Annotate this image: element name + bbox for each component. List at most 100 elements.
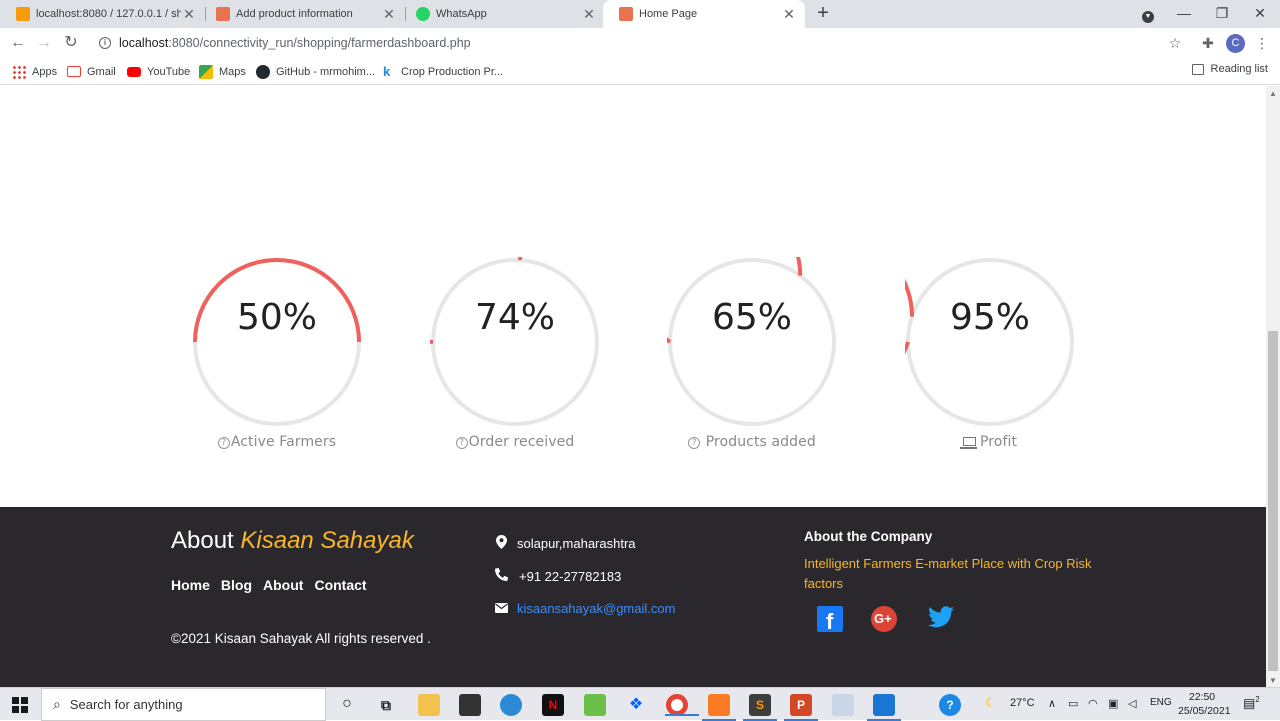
minimize-button[interactable]: —: [1166, 0, 1202, 28]
gauge-percentage: 65%: [711, 297, 793, 338]
close-tab-icon[interactable]: ✕: [181, 6, 197, 23]
forward-button[interactable]: →: [33, 32, 55, 54]
info-icon[interactable]: i: [99, 37, 111, 49]
stat-label-profit: Profit: [870, 434, 1110, 450]
menu-dots-icon[interactable]: ⋮: [1252, 33, 1272, 53]
tab-title: localhost:8080 / 127.0.0.1 / shopp: [36, 8, 181, 20]
tray-chevron-icon[interactable]: ∧: [1048, 697, 1056, 710]
stat-label-products-added: ? Products added: [632, 434, 872, 450]
facebook-icon[interactable]: f: [817, 606, 843, 634]
extensions-icon[interactable]: ✚: [1198, 33, 1218, 53]
chevron-down-icon: ▼: [1142, 11, 1154, 23]
footer-link-blog[interactable]: Blog: [221, 577, 252, 593]
email-link[interactable]: kisaansahayak@gmail.com: [517, 601, 675, 616]
tab-whatsapp[interactable]: WhatsApp ✕: [400, 0, 605, 28]
display-icon[interactable]: ▣: [1108, 697, 1118, 710]
bookmark-maps[interactable]: Maps: [199, 63, 246, 80]
google-plus-icon[interactable]: G+: [871, 606, 897, 632]
close-tab-icon[interactable]: ✕: [581, 6, 597, 23]
tab-title: WhatsApp: [436, 8, 487, 20]
bookmark-github[interactable]: GitHub - mrmohim...: [256, 63, 375, 80]
company-tagline: Intelligent Farmers E-market Place with …: [804, 556, 1092, 591]
store-icon[interactable]: [459, 694, 481, 716]
temperature-text[interactable]: 27°C: [1010, 697, 1035, 709]
help-icon[interactable]: ?: [939, 694, 961, 716]
gauge-percentage: 50%: [236, 297, 318, 338]
weather-moon-icon[interactable]: ☾: [985, 695, 997, 711]
bookmark-label: YouTube: [147, 65, 191, 78]
powerpoint-icon[interactable]: P: [784, 694, 818, 721]
bookmark-crop-production[interactable]: k Crop Production Pr...: [383, 63, 503, 80]
gauge-order-received: 74%: [430, 257, 600, 427]
gauge-track: [431, 258, 599, 426]
profile-avatar[interactable]: C: [1226, 34, 1245, 53]
search-icon: ⌕: [53, 696, 61, 712]
chrome-icon[interactable]: [665, 694, 699, 716]
maximize-button[interactable]: ❐: [1204, 0, 1240, 28]
apps-grid-icon: [12, 64, 26, 79]
task-view-icon[interactable]: ⧉: [375, 694, 397, 716]
reading-list-button[interactable]: Reading list: [1191, 63, 1268, 75]
battery-icon[interactable]: ▭: [1068, 697, 1078, 710]
language-indicator[interactable]: ENG: [1150, 697, 1172, 708]
tab-phpmyadmin[interactable]: localhost:8080 / 127.0.0.1 / shopp ✕: [0, 0, 205, 28]
volume-icon[interactable]: ◁: [1128, 697, 1136, 710]
reload-button[interactable]: ↻: [60, 32, 82, 54]
gauge-active-farmers: 50%: [192, 257, 362, 427]
gauge-ring: [193, 258, 361, 426]
paint-icon[interactable]: [832, 694, 854, 716]
photos-icon[interactable]: [867, 694, 901, 721]
bookmark-label: GitHub - mrmohim...: [276, 65, 376, 78]
windows-start-icon[interactable]: [12, 697, 28, 713]
brand-name: Kisaan Sahayak: [240, 527, 414, 554]
taskbar-search[interactable]: ⌕ Search for anything: [41, 688, 326, 721]
windows-taskbar: ⌕ Search for anything ○ ⧉ N ❖ S P ? ☾ 27…: [0, 687, 1280, 721]
bookmark-apps[interactable]: Apps: [12, 63, 57, 80]
question-circle-icon: ?: [455, 437, 468, 449]
bookmark-youtube[interactable]: YouTube: [127, 63, 190, 80]
file-explorer-icon[interactable]: [418, 694, 440, 716]
xampp-icon: [619, 7, 633, 21]
scroll-down-arrow[interactable]: ▼: [1269, 676, 1277, 685]
footer-link-home[interactable]: Home: [171, 577, 210, 593]
notification-icon[interactable]: ▤2: [1243, 695, 1260, 711]
reading-list-icon: [1191, 63, 1204, 75]
footer-link-about[interactable]: About: [263, 577, 303, 593]
new-tab-button[interactable]: +: [812, 2, 834, 26]
sublime-text-icon[interactable]: S: [743, 694, 777, 721]
bookmark-gmail[interactable]: Gmail: [67, 63, 116, 80]
scrollbar-thumb[interactable]: [1268, 331, 1278, 671]
tab-search-button[interactable]: ▼: [1130, 0, 1166, 28]
close-window-button[interactable]: ✕: [1242, 0, 1278, 28]
page-scrollbar[interactable]: ▲ ▼: [1266, 86, 1280, 687]
xampp-taskbar-icon[interactable]: [702, 694, 736, 721]
tab-add-product[interactable]: Add product information ✕: [200, 0, 405, 28]
game-icon[interactable]: [584, 694, 606, 716]
wifi-icon[interactable]: ◠: [1088, 697, 1098, 710]
url-text[interactable]: localhost:8080/connectivity_run/shopping…: [119, 36, 471, 50]
netflix-icon[interactable]: N: [542, 694, 564, 716]
address-bar[interactable]: i localhost:8080/connectivity_run/shoppi…: [90, 31, 1190, 55]
bookmarks-bar: Apps Gmail YouTube Maps GitHub - mrmohim…: [0, 58, 1280, 85]
close-tab-icon[interactable]: ✕: [781, 6, 797, 23]
system-clock[interactable]: 22:50 25/05/2021: [1178, 690, 1231, 718]
gauge-value: 95: [949, 297, 996, 338]
close-tab-icon[interactable]: ✕: [381, 6, 397, 23]
youtube-icon: [127, 66, 141, 77]
phone-text: +91 22-27782183: [519, 568, 622, 584]
contact-email: kisaansahayak@gmail.com: [494, 601, 675, 616]
bookmark-star-icon[interactable]: ☆: [1165, 33, 1185, 53]
tab-home-page[interactable]: Home Page ✕: [603, 0, 805, 28]
github-icon: [256, 64, 270, 79]
footer-link-contact[interactable]: Contact: [314, 577, 366, 593]
twitter-icon[interactable]: [928, 606, 954, 632]
dropbox-icon[interactable]: ❖: [625, 694, 647, 716]
scroll-up-arrow[interactable]: ▲: [1269, 89, 1277, 98]
page-viewport: 50% ? Active Farmers 74% ? Order received …: [0, 86, 1266, 687]
edge-icon[interactable]: [500, 694, 522, 716]
bookmark-label: Maps: [219, 65, 246, 78]
cortana-icon[interactable]: ○: [336, 694, 358, 716]
whatsapp-icon: [416, 7, 430, 21]
back-button[interactable]: ←: [7, 32, 29, 54]
gauge-track: [668, 258, 836, 426]
